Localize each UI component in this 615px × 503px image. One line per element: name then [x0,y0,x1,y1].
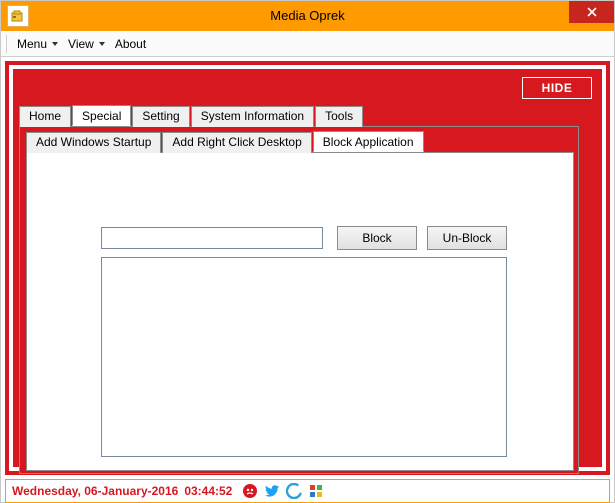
chevron-down-icon [52,42,58,46]
block-button[interactable]: Block [337,226,417,250]
tab-label: Add Windows Startup [36,135,151,149]
button-label: Un-Block [443,231,492,245]
tab-label: Setting [142,109,179,123]
unblock-button[interactable]: Un-Block [427,226,507,250]
chevron-down-icon [99,42,105,46]
apps-icon[interactable] [308,483,324,499]
tab-label: Add Right Click Desktop [172,135,301,149]
tab-setting[interactable]: Setting [132,106,189,127]
window-title: Media Oprek [1,1,614,31]
alert-icon[interactable] [242,483,258,499]
application-name-input[interactable] [101,227,323,249]
tab-label: Home [29,109,61,123]
content-frame: HIDE Home Special Setting System Informa… [5,61,610,475]
tab-home[interactable]: Home [19,106,71,127]
close-icon [587,7,597,17]
menubar-grip [6,35,8,53]
tab-label: Special [82,109,121,123]
browser-icon[interactable] [286,483,302,499]
statusbar: Wednesday, 06-January-2016 03:44:52 [5,479,610,503]
menu-label: View [68,37,94,51]
titlebar: Media Oprek [1,1,614,31]
twitter-icon[interactable] [264,483,280,499]
tab-special[interactable]: Special [72,105,131,126]
special-tabs: Add Windows Startup Add Right Click Desk… [26,131,574,471]
block-application-panel: Block Un-Block [26,152,574,471]
main-tabstrip: Home Special Setting System Information … [19,105,579,126]
main-tab-body: Add Windows Startup Add Right Click Desk… [19,126,579,474]
tab-system-information[interactable]: System Information [191,106,314,127]
status-time: 03:44:52 [184,484,232,498]
menu-label: Menu [17,37,47,51]
menu-about[interactable]: About [111,35,150,53]
blocked-apps-listbox[interactable] [101,257,507,457]
tab-label: System Information [201,109,304,123]
menu-label: About [115,37,146,51]
status-date: Wednesday, 06-January-2016 [12,484,178,498]
button-label: Block [362,231,391,245]
menu-view[interactable]: View [64,35,109,53]
close-button[interactable] [569,1,614,23]
tab-label: Block Application [323,135,414,149]
tab-block-application[interactable]: Block Application [313,131,424,152]
tab-add-windows-startup[interactable]: Add Windows Startup [26,132,161,153]
main-tabs: Home Special Setting System Information … [19,105,579,474]
hide-button-label: HIDE [542,81,573,95]
menu-menu[interactable]: Menu [13,35,62,53]
red-panel: HIDE Home Special Setting System Informa… [13,69,602,467]
menubar: Menu View About [1,31,614,57]
tab-tools[interactable]: Tools [315,106,363,127]
tab-label: Tools [325,109,353,123]
hide-button[interactable]: HIDE [522,77,592,99]
special-tabstrip: Add Windows Startup Add Right Click Desk… [26,131,574,152]
tab-add-right-click-desktop[interactable]: Add Right Click Desktop [162,132,311,153]
status-icons [242,483,324,499]
